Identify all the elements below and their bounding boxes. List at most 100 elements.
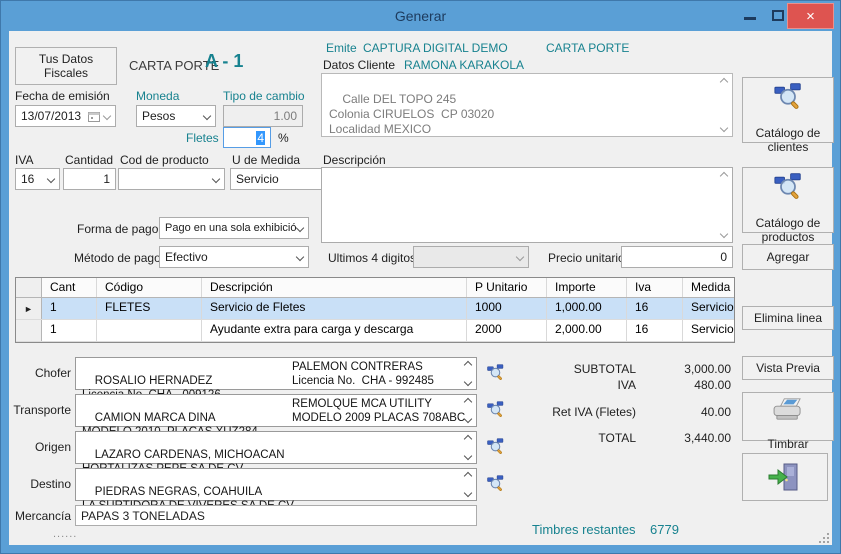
forma-pago-label: Forma de pago bbox=[77, 222, 158, 236]
datos-cliente-label: Datos Cliente bbox=[323, 58, 395, 72]
cell-descripcion: Ayudante extra para carga y descarga bbox=[202, 320, 467, 341]
fecha-emision-picker[interactable]: 13/07/2013 bbox=[15, 105, 116, 127]
cell-codigo: FLETES bbox=[97, 298, 202, 319]
row-marker-icon bbox=[16, 320, 42, 341]
cliente-direccion-box[interactable]: Calle DEL TOPO 245 Colonia CIRUELOS CP 0… bbox=[321, 73, 733, 137]
exit-button[interactable] bbox=[742, 453, 828, 501]
moneda-select[interactable]: Pesos bbox=[136, 105, 216, 127]
minimize-icon[interactable] bbox=[744, 17, 756, 20]
scroll-down-icon[interactable] bbox=[720, 124, 728, 132]
col-medida[interactable]: Medida bbox=[683, 278, 734, 297]
timbrar-button[interactable]: Timbrar bbox=[742, 392, 834, 441]
precio-unitario-field[interactable]: 0 bbox=[621, 246, 733, 268]
fletes-field[interactable]: 4 bbox=[223, 127, 271, 148]
grid-header-row: Cant Código Descripción P Unitario Impor… bbox=[16, 278, 734, 298]
chevron-down-icon bbox=[103, 112, 111, 120]
table-row[interactable]: 1 Ayudante extra para carga y descarga 2… bbox=[16, 320, 734, 342]
elimina-linea-button[interactable]: Elimina linea bbox=[742, 306, 834, 330]
catalogo-clientes-button[interactable]: Catálogo de clientes bbox=[742, 77, 834, 143]
catalog-search-icon bbox=[773, 157, 803, 213]
ret-iva-value: 40.00 bbox=[631, 405, 731, 419]
mercancia-field[interactable]: PAPAS 3 TONELADAS bbox=[75, 505, 477, 526]
moneda-label: Moneda bbox=[136, 89, 179, 103]
tipo-cambio-field[interactable]: 1.00 bbox=[223, 105, 303, 127]
titlebar: Generar bbox=[1, 1, 840, 31]
catalogo-productos-label: Catálogo de productos bbox=[756, 216, 821, 244]
fecha-emision-value: 13/07/2013 bbox=[21, 109, 88, 123]
window-title: Generar bbox=[1, 1, 840, 31]
scroll-down-icon[interactable] bbox=[720, 230, 728, 238]
cell-importe: 1,000.00 bbox=[547, 298, 627, 319]
table-row[interactable]: ► 1 FLETES Servicio de Fletes 1000 1,000… bbox=[16, 298, 734, 320]
chofer-search-icon[interactable] bbox=[487, 363, 504, 380]
u-medida-field[interactable]: Servicio bbox=[230, 168, 327, 190]
scroll-down-icon[interactable] bbox=[464, 378, 472, 386]
transporte-box[interactable]: CAMION MARCA DINA MODELO 2010 PLACAS XUZ… bbox=[75, 394, 477, 427]
cell-descripcion: Servicio de Fletes bbox=[202, 298, 467, 319]
tus-datos-fiscales-button[interactable]: Tus Datos Fiscales bbox=[15, 47, 117, 85]
chofer-box[interactable]: ROSALIO HERNADEZ Licencia No. CHA - 0091… bbox=[75, 357, 477, 390]
app-window: Generar × Tus Datos Fiscales CARTA PORTE… bbox=[0, 0, 841, 554]
mercancia-label: Mercancía bbox=[7, 509, 71, 523]
transporte-search-icon[interactable] bbox=[487, 400, 504, 417]
col-importe[interactable]: Importe bbox=[547, 278, 627, 297]
chevron-down-icon bbox=[296, 253, 304, 261]
forma-pago-select[interactable]: Pago en una sola exhibición bbox=[159, 217, 309, 239]
metodo-pago-value: Efectivo bbox=[165, 250, 297, 264]
agregar-button[interactable]: Agregar bbox=[742, 244, 834, 270]
chevron-down-icon bbox=[203, 112, 211, 120]
col-descripcion[interactable]: Descripción bbox=[202, 278, 467, 297]
chevron-down-icon bbox=[212, 175, 220, 183]
cell-cant: 1 bbox=[42, 298, 97, 319]
exit-door-icon bbox=[767, 447, 803, 507]
col-p-unitario[interactable]: P Unitario bbox=[467, 278, 547, 297]
percent-label: % bbox=[278, 131, 289, 145]
scroll-down-icon[interactable] bbox=[464, 452, 472, 460]
scroll-up-icon[interactable] bbox=[464, 435, 472, 443]
close-button[interactable]: × bbox=[787, 3, 834, 29]
col-iva[interactable]: Iva bbox=[627, 278, 683, 297]
cod-producto-select[interactable] bbox=[118, 168, 225, 190]
ret-iva-label: Ret IVA (Fletes) bbox=[506, 405, 636, 419]
catalogo-clientes-label: Catálogo de clientes bbox=[756, 126, 821, 154]
catalogo-productos-button[interactable]: Catálogo de productos bbox=[742, 167, 834, 233]
scroll-down-icon[interactable] bbox=[464, 489, 472, 497]
items-grid: Cant Código Descripción P Unitario Impor… bbox=[15, 277, 735, 343]
fletes-value: 4 bbox=[256, 131, 265, 145]
destino-search-icon[interactable] bbox=[487, 474, 504, 491]
maximize-icon[interactable] bbox=[772, 10, 784, 21]
metodo-pago-select[interactable]: Efectivo bbox=[159, 246, 309, 268]
row-marker-icon: ► bbox=[16, 298, 42, 319]
fletes-label: Fletes bbox=[186, 131, 219, 145]
scroll-up-icon[interactable] bbox=[720, 78, 728, 86]
u-medida-label: U de Medida bbox=[232, 153, 300, 167]
col-codigo[interactable]: Código bbox=[97, 278, 202, 297]
iva-label: IVA bbox=[15, 153, 33, 167]
chevron-down-icon bbox=[47, 175, 55, 183]
col-cant[interactable]: Cant bbox=[42, 278, 97, 297]
ultimos-digitos-select[interactable] bbox=[413, 246, 529, 268]
doc-type-label: CARTA PORTE bbox=[546, 41, 629, 55]
resize-grip[interactable] bbox=[827, 541, 829, 543]
iva-select[interactable]: 16 bbox=[15, 168, 60, 190]
descripcion-box[interactable] bbox=[321, 167, 733, 243]
origen-box[interactable]: LAZARO CARDENAS, MICHOACAN HORTALIZAS PE… bbox=[75, 431, 477, 464]
transporte-label: Transporte bbox=[7, 403, 71, 417]
cliente-nombre: RAMONA KARAKOLA bbox=[404, 58, 524, 72]
destino-box[interactable]: PIEDRAS NEGRAS, COAHUILA LA SURTIDORA DE… bbox=[75, 468, 477, 501]
chevron-down-icon bbox=[516, 253, 524, 261]
metodo-pago-label: Método de pago bbox=[74, 251, 161, 265]
origen-search-icon[interactable] bbox=[487, 437, 504, 454]
scroll-up-icon[interactable] bbox=[464, 472, 472, 480]
destino-label: Destino bbox=[7, 477, 71, 491]
subtotal-label: SUBTOTAL bbox=[536, 362, 636, 376]
vista-previa-button[interactable]: Vista Previa bbox=[742, 356, 834, 380]
subtotal-value: 3,000.00 bbox=[631, 362, 731, 376]
total-label: TOTAL bbox=[536, 431, 636, 445]
descripcion-label: Descripción bbox=[323, 153, 386, 167]
scroll-up-icon[interactable] bbox=[720, 172, 728, 180]
scroll-up-icon[interactable] bbox=[464, 361, 472, 369]
iva-total-value: 480.00 bbox=[631, 378, 731, 392]
cell-codigo bbox=[97, 320, 202, 341]
cantidad-field[interactable]: 1 bbox=[63, 168, 116, 190]
